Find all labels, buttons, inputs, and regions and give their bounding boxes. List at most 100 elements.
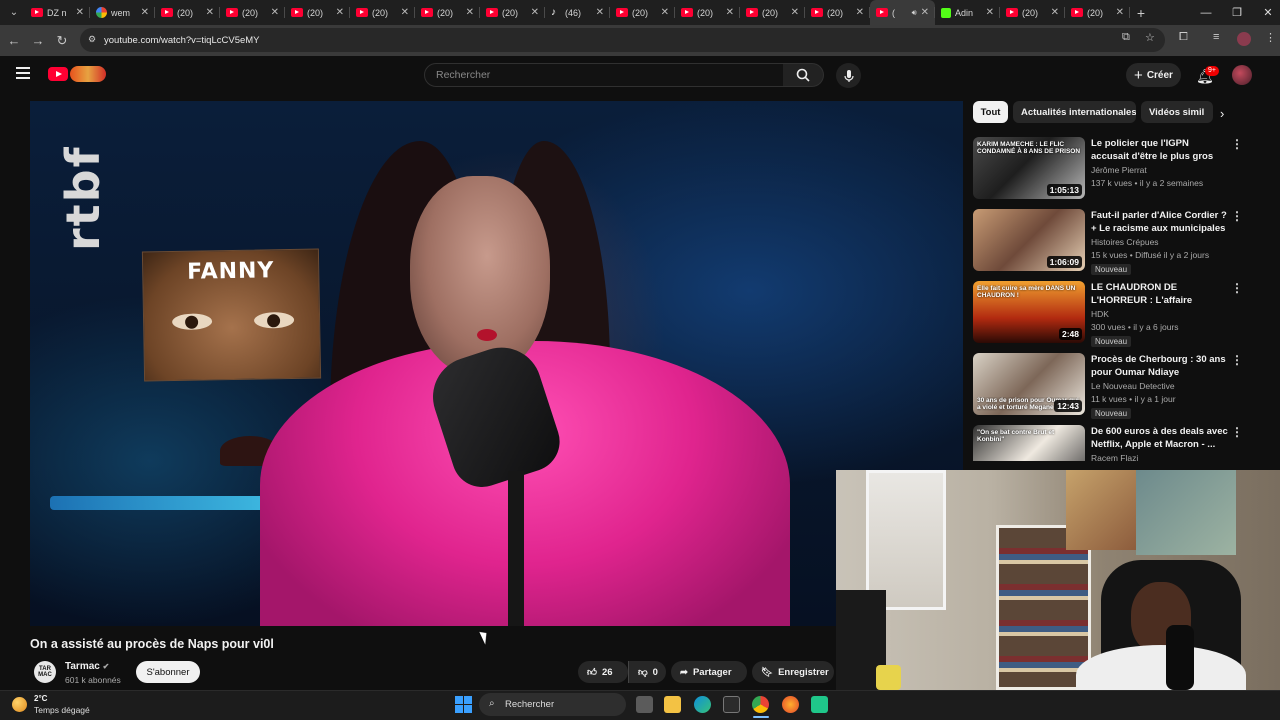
- taskbar-search[interactable]: Rechercher: [479, 693, 626, 716]
- chip-similar-videos[interactable]: Vidéos simil: [1141, 101, 1213, 123]
- tab-close-icon[interactable]: ✕: [141, 7, 149, 18]
- reload-icon[interactable]: ↻: [50, 33, 74, 49]
- chrome-icon[interactable]: [752, 696, 769, 713]
- video-thumbnail[interactable]: "On se bat contre Brut et Konbini": [973, 425, 1085, 461]
- maximize-icon[interactable]: ❐: [1221, 0, 1253, 25]
- tab-close-icon[interactable]: ✕: [271, 7, 279, 18]
- more-actions-icon[interactable]: ⋮: [1231, 353, 1243, 367]
- tab-close-icon[interactable]: ✕: [401, 7, 409, 18]
- windows-start-icon[interactable]: [455, 696, 472, 713]
- back-icon[interactable]: ←: [2, 33, 26, 48]
- recommendation-card[interactable]: "On se bat contre Brut et Konbini" De 600…: [973, 425, 1273, 461]
- tab-close-icon[interactable]: ✕: [661, 7, 669, 18]
- chip-all[interactable]: Tout: [973, 101, 1008, 123]
- browser-tab[interactable]: (20) ✕: [220, 0, 285, 25]
- recommendation-card[interactable]: KARIM MAMECHE : LE FLIC CONDAMNÉ À 8 ANS…: [973, 137, 1273, 203]
- tab-close-icon[interactable]: ✕: [726, 7, 734, 18]
- chip-international-news[interactable]: Actualités internationales: [1013, 101, 1136, 123]
- browser-tab[interactable]: (🔊︎ ✕: [870, 0, 935, 25]
- save-button[interactable]: 🔖︎ Enregistrer: [752, 661, 834, 683]
- extensions-icon[interactable]: ⧠: [1179, 31, 1188, 44]
- dislike-button[interactable]: 👎︎ 0: [628, 661, 666, 683]
- video-thumbnail[interactable]: Elle fait cuire sa mère DANS UN CHAUDRON…: [973, 281, 1085, 343]
- recommendation-channel[interactable]: Jérôme Pierrat: [1091, 165, 1147, 175]
- browser-tab[interactable]: (20) ✕: [1065, 0, 1130, 25]
- more-actions-icon[interactable]: ⋮: [1231, 137, 1243, 151]
- share-button[interactable]: ➦ Partager: [671, 661, 747, 683]
- recommendation-channel[interactable]: Racem Flazi: [1091, 453, 1138, 461]
- create-button[interactable]: + Créer: [1126, 63, 1181, 87]
- firefox-icon[interactable]: [782, 696, 799, 713]
- app-icon[interactable]: [811, 696, 828, 713]
- browser-tab[interactable]: (20) ✕: [805, 0, 870, 25]
- recommendation-card[interactable]: 30 ans de prison pour Oumar qui a violé …: [973, 353, 1273, 419]
- tab-close-icon[interactable]: ✕: [206, 7, 214, 18]
- browser-tab[interactable]: (20) ✕: [480, 0, 545, 25]
- url-bar[interactable]: ⚙ youtube.com/watch?v=tiqLcCV5eMY: [80, 28, 1165, 52]
- browser-tab[interactable]: (20) ✕: [285, 0, 350, 25]
- tab-groups-icon[interactable]: ≡: [1213, 31, 1219, 43]
- recommendation-title[interactable]: Procès de Cherbourg : 30 ans pour Oumar …: [1091, 353, 1229, 379]
- browser-tab[interactable]: ♪ (46) ✕: [545, 0, 610, 25]
- browser-menu-icon[interactable]: ⋮: [1265, 31, 1276, 44]
- video-thumbnail[interactable]: 1:06:09: [973, 209, 1085, 271]
- youtube-logo-icon[interactable]: [48, 67, 68, 81]
- tab-close-icon[interactable]: ✕: [76, 7, 84, 18]
- more-actions-icon[interactable]: ⋮: [1231, 281, 1243, 295]
- browser-tab[interactable]: (20) ✕: [740, 0, 805, 25]
- more-actions-icon[interactable]: ⋮: [1231, 209, 1243, 223]
- bookmark-star-icon[interactable]: ☆: [1145, 31, 1155, 44]
- recommendation-channel[interactable]: HDK: [1091, 309, 1109, 319]
- more-actions-icon[interactable]: ⋮: [1231, 425, 1243, 439]
- site-info-icon[interactable]: ⚙: [88, 34, 98, 44]
- video-player[interactable]: rtbf FANNY: [30, 101, 963, 626]
- browser-tab[interactable]: Adin ✕: [935, 0, 1000, 25]
- browser-tab[interactable]: (20) ✕: [610, 0, 675, 25]
- tab-close-icon[interactable]: ✕: [986, 7, 994, 18]
- search-button[interactable]: [783, 63, 824, 87]
- video-thumbnail[interactable]: 30 ans de prison pour Oumar qui a violé …: [973, 353, 1085, 415]
- chips-next-chevron-icon[interactable]: ›: [1220, 106, 1224, 121]
- store-icon[interactable]: [723, 696, 740, 713]
- tab-close-icon[interactable]: ✕: [531, 7, 539, 18]
- channel-name[interactable]: Tarmac ✔: [65, 661, 109, 672]
- tab-close-icon[interactable]: ✕: [921, 7, 929, 18]
- task-view-icon[interactable]: [636, 696, 653, 713]
- install-app-icon[interactable]: ⧉: [1122, 31, 1130, 44]
- weather-condition[interactable]: Temps dégagé: [34, 705, 90, 715]
- recommendation-title[interactable]: LE CHAUDRON DE L'HORREUR : L'affaire Tor…: [1091, 281, 1229, 307]
- search-input[interactable]: Rechercher: [424, 63, 784, 87]
- profile-avatar[interactable]: [1237, 32, 1251, 46]
- tab-close-icon[interactable]: ✕: [336, 7, 344, 18]
- browser-tab[interactable]: (20) ✕: [155, 0, 220, 25]
- tab-close-icon[interactable]: ✕: [1116, 7, 1124, 18]
- recommendation-title[interactable]: Le policier que l'IGPN accusait d'être l…: [1091, 137, 1229, 163]
- browser-tab[interactable]: (20) ✕: [1000, 0, 1065, 25]
- account-avatar[interactable]: [1232, 65, 1252, 85]
- channel-avatar[interactable]: TAR MAC: [34, 661, 56, 683]
- recommendation-title[interactable]: De 600 euros à des deals avec Netflix, A…: [1091, 425, 1229, 451]
- forward-icon[interactable]: →: [26, 33, 50, 48]
- minimize-icon[interactable]: —: [1190, 0, 1222, 25]
- recommendation-card[interactable]: 1:06:09 Faut-il parler d'Alice Cordier ? …: [973, 209, 1273, 275]
- subscribe-button[interactable]: S'abonner: [136, 661, 200, 683]
- tab-close-icon[interactable]: ✕: [856, 7, 864, 18]
- tab-close-icon[interactable]: ✕: [596, 7, 604, 18]
- browser-tab[interactable]: wem ✕: [90, 0, 155, 25]
- tab-close-icon[interactable]: ✕: [466, 7, 474, 18]
- tab-close-icon[interactable]: ✕: [1051, 7, 1059, 18]
- window-close-icon[interactable]: ✕: [1252, 0, 1280, 25]
- recommendation-title[interactable]: Faut-il parler d'Alice Cordier ? + Le ra…: [1091, 209, 1229, 235]
- recommendation-card[interactable]: Elle fait cuire sa mère DANS UN CHAUDRON…: [973, 281, 1273, 347]
- tab-close-icon[interactable]: ✕: [791, 7, 799, 18]
- recommendation-channel[interactable]: Le Nouveau Detective: [1091, 381, 1175, 391]
- browser-tab[interactable]: DZ n ✕: [25, 0, 90, 25]
- tab-audio-icon[interactable]: 🔊︎: [912, 8, 917, 18]
- voice-search-button[interactable]: [836, 63, 861, 88]
- browser-tab[interactable]: (20) ✕: [350, 0, 415, 25]
- recommendation-channel[interactable]: Histoires Crépues: [1091, 237, 1159, 247]
- file-explorer-icon[interactable]: [664, 696, 681, 713]
- browser-tab[interactable]: (20) ✕: [675, 0, 740, 25]
- like-button[interactable]: 👍︎ 26: [578, 661, 628, 683]
- edge-icon[interactable]: [694, 696, 711, 713]
